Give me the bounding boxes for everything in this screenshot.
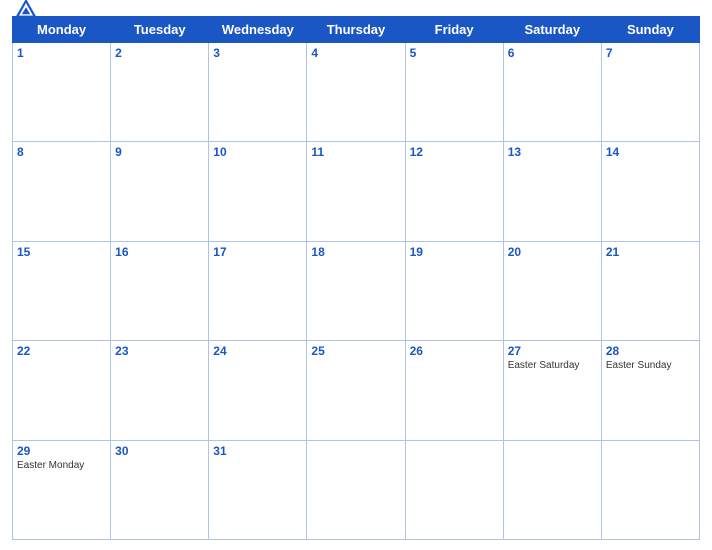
day-number: 7 <box>606 46 695 60</box>
calendar-cell: 20 <box>503 241 601 340</box>
calendar-cell <box>503 440 601 539</box>
day-number: 26 <box>410 344 499 358</box>
day-number: 17 <box>213 245 302 259</box>
day-number: 20 <box>508 245 597 259</box>
day-number: 14 <box>606 145 695 159</box>
logo <box>12 0 44 24</box>
calendar-week-row: 22 23 24 25 26 27 Easter Saturday 28 Easter Sund… <box>13 341 700 440</box>
calendar-cell: 8 <box>13 142 111 241</box>
logo-icon <box>12 0 40 24</box>
calendar-cell: 4 <box>307 43 405 142</box>
day-number: 11 <box>311 145 400 159</box>
calendar-cell: 2 <box>111 43 209 142</box>
day-number: 4 <box>311 46 400 60</box>
day-number: 21 <box>606 245 695 259</box>
day-number: 22 <box>17 344 106 358</box>
header-saturday: Saturday <box>503 17 601 43</box>
calendar-week-row: 89 10 11 12 13 14 <box>13 142 700 241</box>
day-number: 9 <box>115 145 204 159</box>
day-number: 5 <box>410 46 499 60</box>
calendar-cell: 31 <box>209 440 307 539</box>
calendar-cell: 9 <box>111 142 209 241</box>
calendar-cell: 13 <box>503 142 601 241</box>
day-number: 30 <box>115 444 204 458</box>
day-number: 12 <box>410 145 499 159</box>
day-number: 29 <box>17 444 106 458</box>
calendar-cell <box>601 440 699 539</box>
calendar-cell: 11 <box>307 142 405 241</box>
calendar-week-row: 1234567 <box>13 43 700 142</box>
day-number: 6 <box>508 46 597 60</box>
calendar-cell: 25 <box>307 341 405 440</box>
calendar-cell: 24 <box>209 341 307 440</box>
day-number: 19 <box>410 245 499 259</box>
day-number: 1 <box>17 46 106 60</box>
calendar-cell <box>405 440 503 539</box>
header-thursday: Thursday <box>307 17 405 43</box>
day-number: 31 <box>213 444 302 458</box>
calendar-cell: 1 <box>13 43 111 142</box>
calendar-cell: 7 <box>601 43 699 142</box>
day-number: 10 <box>213 145 302 159</box>
calendar-cell: 18 <box>307 241 405 340</box>
calendar-cell: 28 Easter Sunday <box>601 341 699 440</box>
calendar-container: Monday Tuesday Wednesday Thursday Friday… <box>0 0 712 550</box>
header-friday: Friday <box>405 17 503 43</box>
calendar-cell: 6 <box>503 43 601 142</box>
holiday-name: Easter Sunday <box>606 360 695 371</box>
header-wednesday: Wednesday <box>209 17 307 43</box>
calendar-cell: 15 <box>13 241 111 340</box>
day-number: 13 <box>508 145 597 159</box>
calendar-cell: 23 <box>111 341 209 440</box>
holiday-name: Easter Saturday <box>508 360 597 371</box>
calendar-cell: 19 <box>405 241 503 340</box>
holiday-name: Easter Monday <box>17 460 106 471</box>
day-number: 15 <box>17 245 106 259</box>
day-number: 2 <box>115 46 204 60</box>
day-number: 28 <box>606 344 695 358</box>
calendar-cell: 10 <box>209 142 307 241</box>
day-number: 27 <box>508 344 597 358</box>
calendar-cell: 5 <box>405 43 503 142</box>
day-number: 23 <box>115 344 204 358</box>
calendar-cell: 29 Easter Monday <box>13 440 111 539</box>
day-number: 3 <box>213 46 302 60</box>
calendar-week-row: 29 Easter Monday 30 31 <box>13 440 700 539</box>
calendar-cell: 14 <box>601 142 699 241</box>
calendar-cell: 26 <box>405 341 503 440</box>
calendar-table: Monday Tuesday Wednesday Thursday Friday… <box>12 16 700 540</box>
calendar-cell: 22 <box>13 341 111 440</box>
header-tuesday: Tuesday <box>111 17 209 43</box>
day-number: 16 <box>115 245 204 259</box>
day-number: 8 <box>17 145 106 159</box>
day-number: 24 <box>213 344 302 358</box>
calendar-cell: 12 <box>405 142 503 241</box>
calendar-cell: 21 <box>601 241 699 340</box>
calendar-week-row: 15 16 17 18 19 20 21 <box>13 241 700 340</box>
calendar-cell: 27 Easter Saturday <box>503 341 601 440</box>
weekday-header-row: Monday Tuesday Wednesday Thursday Friday… <box>13 17 700 43</box>
header-sunday: Sunday <box>601 17 699 43</box>
day-number: 18 <box>311 245 400 259</box>
calendar-cell: 17 <box>209 241 307 340</box>
calendar-cell: 30 <box>111 440 209 539</box>
calendar-cell: 16 <box>111 241 209 340</box>
day-number: 25 <box>311 344 400 358</box>
calendar-cell <box>307 440 405 539</box>
calendar-cell: 3 <box>209 43 307 142</box>
